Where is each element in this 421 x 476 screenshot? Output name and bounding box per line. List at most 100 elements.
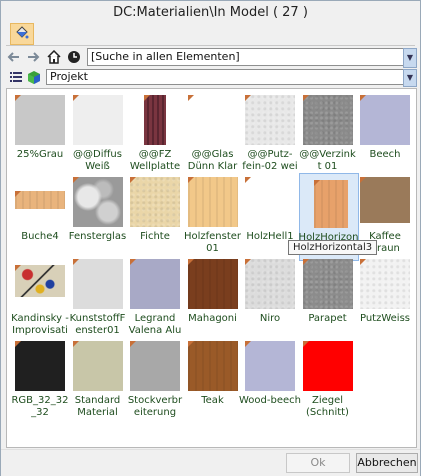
material-swatch [187,95,238,145]
cancel-button[interactable]: Abbrechen [356,453,418,473]
material-item[interactable]: RGB_32_32 _32 [11,337,69,423]
material-swatch [130,341,180,391]
material-label: Kandinsky - Improvisati [11,313,69,336]
material-corner-marker-icon [187,177,194,183]
project-cube-icon[interactable] [26,69,42,85]
material-item[interactable]: Standard Material [69,337,127,423]
material-item[interactable]: Wood-beech [239,337,301,423]
material-swatch [15,191,65,209]
material-label: KunststoffF enster01 [69,313,126,336]
material-swatch [245,177,295,227]
view-row: Projekt ▼ [6,69,417,87]
material-corner-marker-icon [187,341,194,347]
material-item[interactable]: Kandinsky - Improvisati [11,255,69,341]
window-title: DC:Materialien\In Model ( 27 ) [113,5,308,20]
material-label: Parapet [308,313,347,324]
material-item[interactable]: Legrand Valena Alu [126,255,184,341]
material-corner-marker-icon [187,259,194,265]
material-corner-marker-icon [360,95,366,101]
material-corner-marker-icon [245,259,251,265]
material-item[interactable]: Holzfenster 01 [184,173,242,259]
material-swatch [130,259,180,309]
material-corner-marker-icon [302,259,309,265]
material-corner-marker-icon [245,341,251,347]
history-clock-icon[interactable] [66,49,82,65]
view-selector[interactable]: Projekt [46,69,411,85]
material-label: Fensterglas [68,231,127,242]
material-label: Niro [259,313,281,324]
material-swatch [72,177,123,227]
paint-bucket-button[interactable] [10,23,34,45]
material-item[interactable]: Stockverbr eiterung [126,337,184,423]
material-item[interactable]: PutzWeiss [356,255,414,341]
material-label: Fichte [140,231,170,242]
material-swatch [15,265,65,297]
material-corner-marker-icon [15,341,21,347]
material-label: Standard Material [74,395,121,418]
material-corner-marker-icon [187,95,194,101]
material-corner-marker-icon [360,177,366,183]
material-corner-marker-icon [130,177,136,183]
material-label: Ziegel (Schnitt) [306,395,349,418]
material-item[interactable]: Niro [241,255,299,341]
material-swatch [245,259,295,309]
view-dropdown-chevron-icon[interactable]: ▼ [403,69,417,87]
paint-bucket-icon [16,26,29,39]
material-label: @@FZ Wellplatte [129,149,181,172]
material-corner-marker-icon [15,191,21,197]
material-swatch [360,177,410,223]
material-item[interactable]: Ziegel (Schnitt) [299,337,357,423]
search-dropdown-chevron-icon[interactable]: ▼ [403,48,417,68]
material-corner-marker-icon [72,341,79,347]
material-swatch [15,95,65,145]
material-corner-marker-icon [302,95,309,101]
material-swatch [302,259,353,309]
material-label: Legrand Valena Alu [128,313,182,336]
material-item[interactable]: Buche4 [11,173,69,259]
material-item[interactable]: @@FZ Wellplatte [126,91,184,177]
material-item[interactable]: Parapet [299,255,357,341]
material-item[interactable]: Mahagoni [184,255,242,341]
material-corner-marker-icon [130,259,136,265]
material-corner-marker-icon [245,95,251,101]
material-corner-marker-icon [72,177,79,183]
material-swatch [360,95,410,145]
material-swatch [313,180,348,228]
material-item[interactable]: @@Diffus Weiß [69,91,127,177]
material-dialog: DC:Materialien\In Model ( 27 ) [Suche in… [0,0,421,476]
material-corner-marker-icon [15,95,21,101]
material-corner-marker-icon [130,341,136,347]
material-corner-marker-icon [72,95,79,101]
material-item[interactable]: @@Glas Dünn Klar [184,91,242,177]
material-swatch [187,177,238,227]
material-swatch [144,95,166,145]
material-swatch [72,95,123,145]
tooltip: HolzHorizontal3 [288,240,378,255]
material-swatch [187,259,238,309]
material-corner-marker-icon [360,259,366,265]
ok-button[interactable]: Ok [286,453,350,473]
material-item[interactable]: 25%Grau [11,91,69,177]
material-item[interactable]: Teak [184,337,242,423]
material-label: RGB_32_32 _32 [11,395,69,418]
material-label: Beech [369,149,401,160]
material-corner-marker-icon [313,180,320,186]
material-item[interactable]: KunststoffF enster01 [69,255,127,341]
material-item[interactable]: Fensterglas [69,173,127,259]
back-arrow-icon[interactable] [6,49,22,65]
material-label: @@Diffus Weiß [73,149,122,172]
material-item[interactable]: @@Verzink t 01 [299,91,357,177]
material-item[interactable]: Fichte [126,173,184,259]
material-corner-marker-icon [302,341,309,347]
material-swatch [360,259,410,309]
material-corner-marker-icon [15,265,21,271]
search-field[interactable]: [Suche in allen Elementen] [87,48,410,66]
material-item[interactable]: Beech [356,91,414,177]
home-icon[interactable] [46,49,62,65]
forward-arrow-icon[interactable] [25,49,41,65]
material-label: Buche4 [21,231,59,242]
material-label: PutzWeiss [359,313,410,324]
material-label: Teak [201,395,224,406]
list-view-icon[interactable] [8,69,24,85]
material-item[interactable]: @@Putz-fein-02 wei [241,91,299,177]
